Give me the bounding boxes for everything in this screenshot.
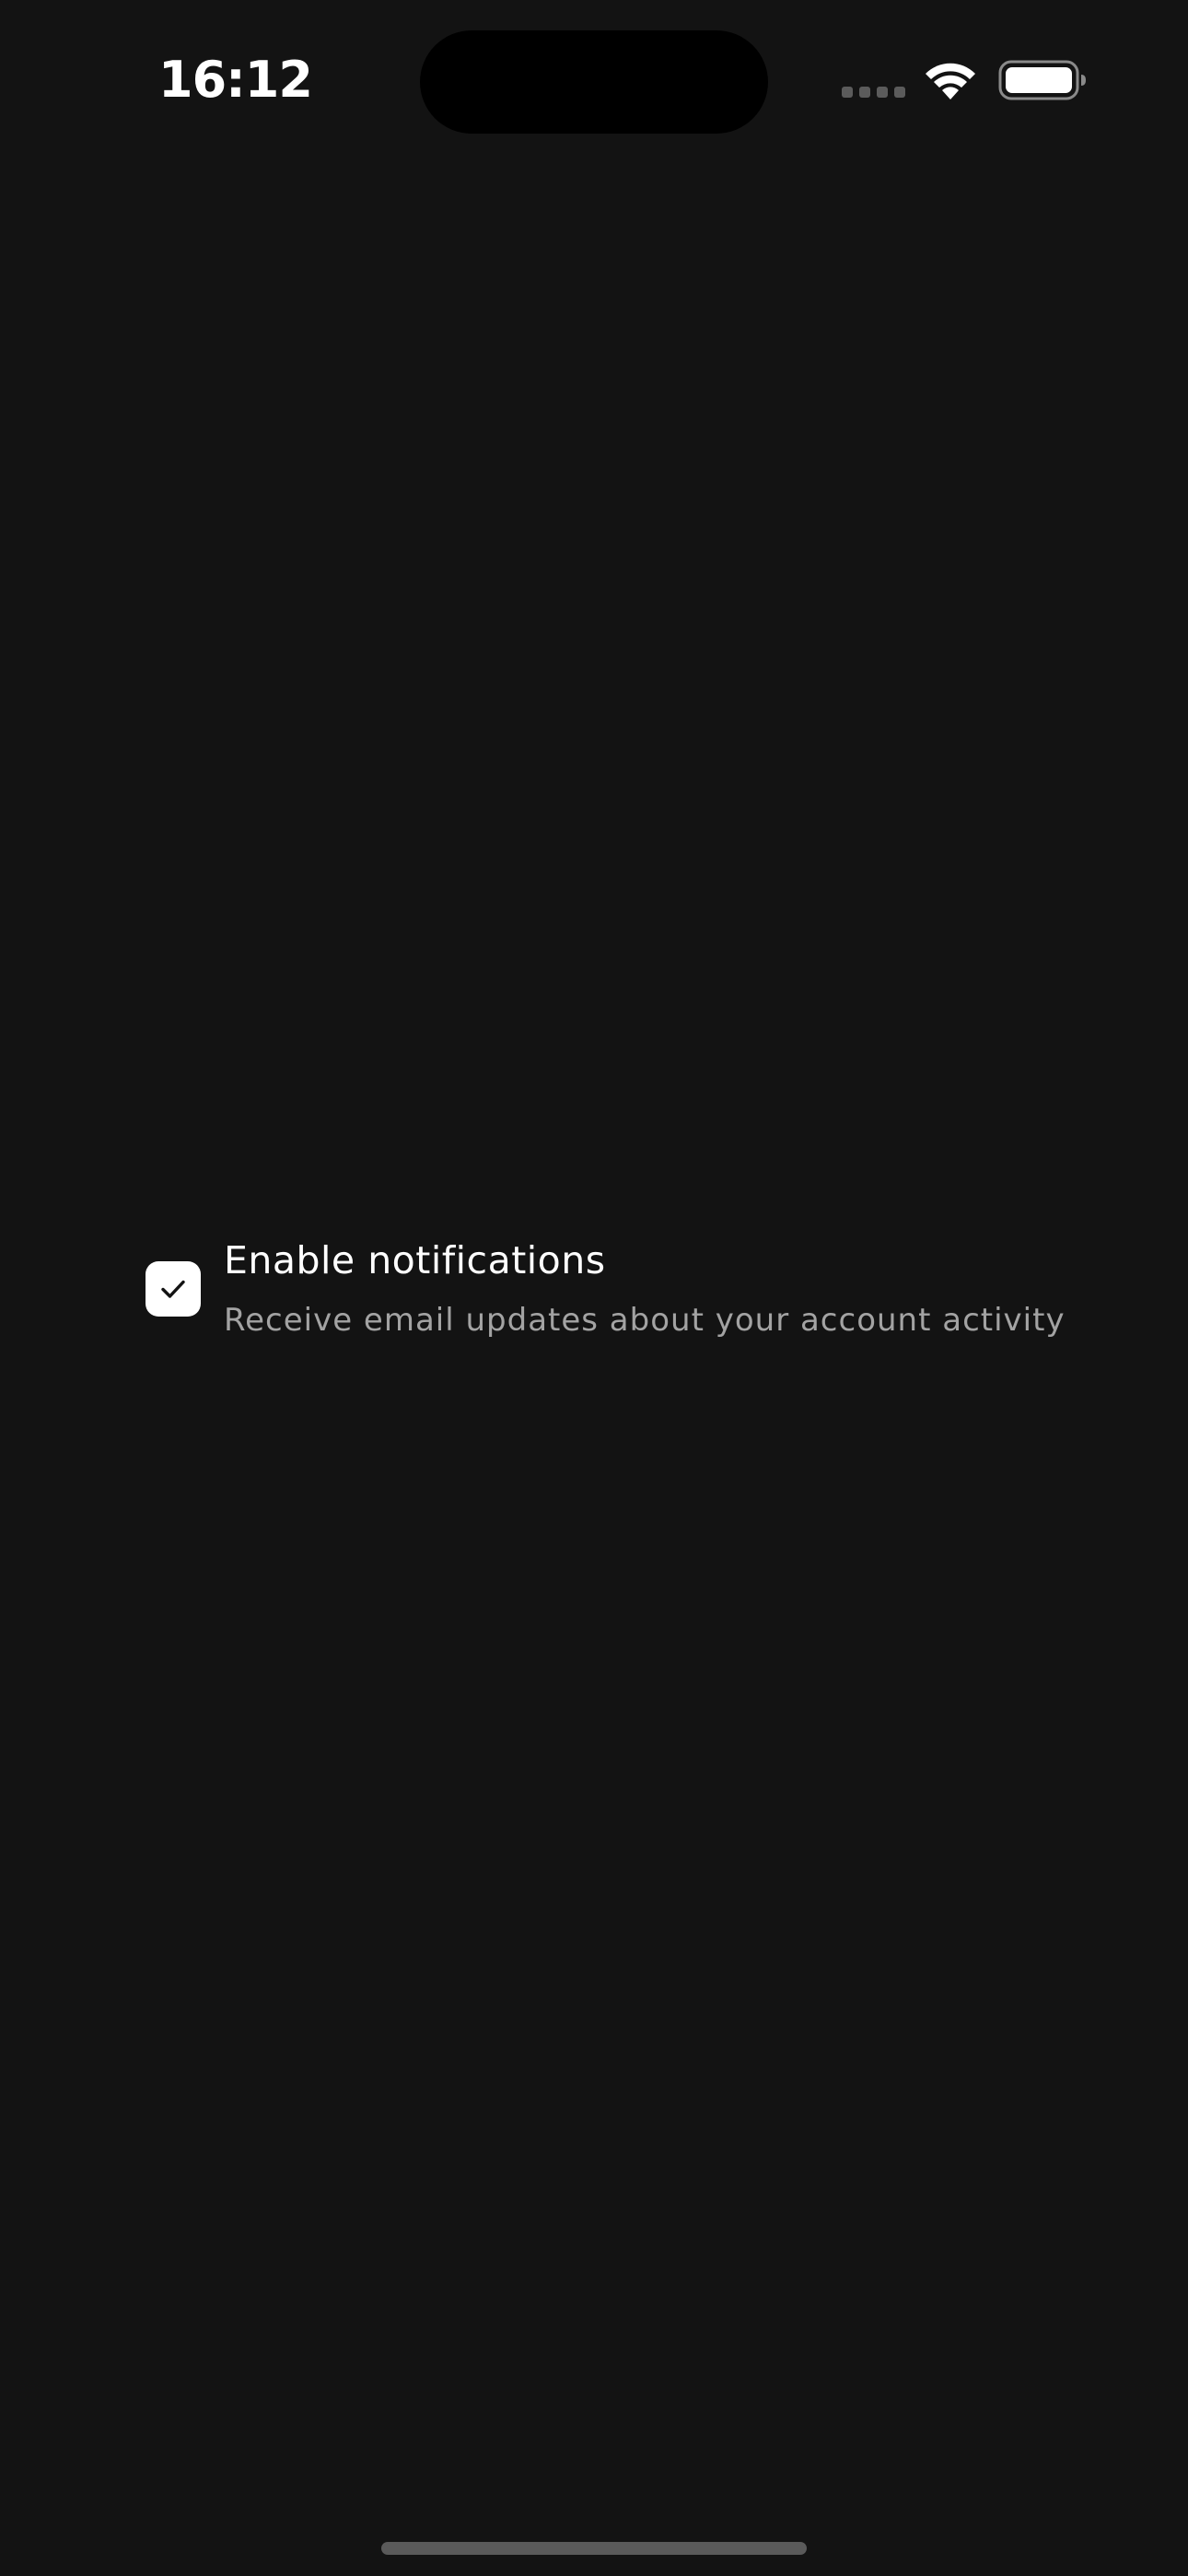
option-title[interactable]: Enable notifications: [224, 1231, 606, 1290]
notifications-checkbox[interactable]: [146, 1261, 201, 1317]
status-time: 16:12: [158, 51, 313, 109]
dynamic-island: [420, 30, 768, 134]
battery-icon: [998, 59, 1087, 101]
signal-icon: [842, 87, 906, 100]
notification-option[interactable]: Enable notifications Receive email updat…: [146, 1231, 1066, 1351]
option-description: Receive email updates about your account…: [224, 1302, 1066, 1339]
home-indicator[interactable]: [381, 2542, 807, 2555]
wifi-icon: [923, 59, 978, 101]
checkmark-icon: [161, 1280, 185, 1298]
screen: 16:12 Enable notifications Receive email…: [0, 0, 1188, 2576]
